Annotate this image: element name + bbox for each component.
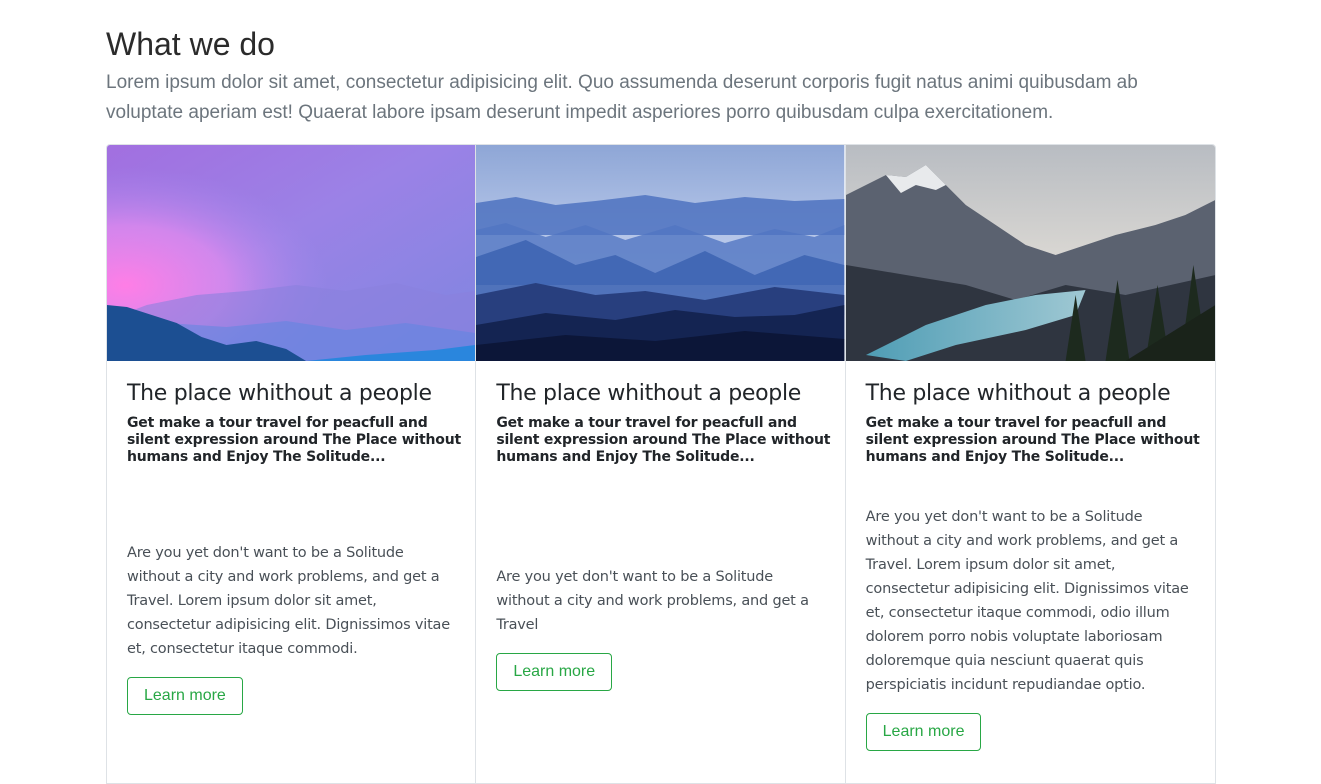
card-title: The place whithout a people <box>496 381 802 406</box>
learn-more-button[interactable]: Learn more <box>865 713 982 751</box>
card: The place whithout a people Get make a t… <box>107 145 477 783</box>
card-title: The place whithout a people <box>865 381 1171 406</box>
card-deck: The place whithout a people Get make a t… <box>106 144 1216 784</box>
card-text: Are you yet don't want to be a Solitude … <box>865 509 1189 693</box>
learn-more-button[interactable]: Learn more <box>127 677 243 715</box>
card: The place whithout a people Get make a t… <box>845 145 1215 783</box>
card-subtitle: Get make a tour travel for peacfull and … <box>127 415 461 465</box>
card: The place whithout a people Get make a t… <box>476 145 846 783</box>
card-text: Are you yet don't want to be a Solitude … <box>127 545 450 657</box>
section-title: What we do <box>106 26 275 62</box>
card-title: The place whithout a people <box>127 381 432 406</box>
learn-more-button[interactable]: Learn more <box>496 653 613 691</box>
card-image-misty-mountains <box>476 145 845 361</box>
card-image-sunset <box>107 145 476 361</box>
card-subtitle: Get make a tour travel for peacfull and … <box>865 415 1200 465</box>
card-text: Are you yet don't want to be a Solitude … <box>496 569 809 633</box>
what-we-do-section: What we do Lorem ipsum dolor sit amet, c… <box>106 24 1216 128</box>
card-subtitle: Get make a tour travel for peacfull and … <box>496 415 831 465</box>
section-lead: Lorem ipsum dolor sit amet, consectetur … <box>106 72 1138 123</box>
card-image-mountain-lake <box>845 145 1215 361</box>
